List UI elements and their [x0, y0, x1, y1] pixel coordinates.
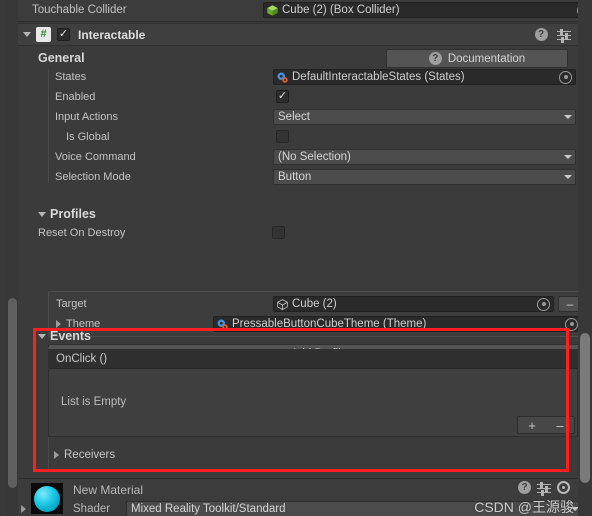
gear-icon[interactable] [557, 481, 570, 494]
selection-mode-label: Selection Mode [55, 171, 131, 183]
voice-command-value: (No Selection) [278, 151, 351, 163]
component-foldout-icon[interactable] [23, 32, 31, 37]
reset-on-destroy-checkbox[interactable] [272, 226, 285, 239]
theme-field[interactable]: PressableButtonCubeTheme (Theme) [213, 316, 582, 332]
interactable-component-header[interactable]: # ✓ Interactable ? [18, 23, 592, 46]
help-icon[interactable]: ? [534, 28, 548, 41]
scriptable-object-icon [277, 72, 288, 83]
target-value: Cube (2) [292, 298, 337, 310]
receivers-foldout-icon[interactable] [54, 451, 59, 459]
scriptable-object-icon [217, 319, 228, 330]
chevron-down-icon [564, 115, 572, 119]
material-name: New Material [73, 483, 144, 497]
states-field[interactable]: DefaultInteractableStates (States) [273, 69, 576, 85]
events-foldout-icon[interactable] [38, 333, 46, 339]
states-value: DefaultInteractableStates (States) [292, 71, 465, 83]
general-section-title: General [38, 51, 85, 65]
voice-command-label: Voice Command [55, 151, 136, 163]
is-global-checkbox[interactable] [276, 130, 289, 143]
material-sphere-preview [34, 485, 60, 512]
documentation-help-icon: ? [428, 52, 442, 65]
target-object-picker-icon[interactable] [537, 297, 550, 311]
right-scrollbar-thumb[interactable] [580, 333, 590, 483]
theme-value: PressableButtonCubeTheme (Theme) [232, 318, 427, 330]
chevron-down-icon [564, 155, 572, 159]
component-title: Interactable [78, 27, 146, 42]
target-label: Target [56, 298, 87, 310]
theme-object-picker-icon[interactable] [565, 317, 578, 331]
left-scrollbar[interactable] [7, 0, 18, 516]
list-empty-text: List is Empty [61, 396, 127, 408]
events-section-header[interactable]: Events [38, 329, 91, 343]
selection-mode-value: Button [278, 171, 312, 183]
states-object-picker-icon[interactable] [559, 70, 572, 84]
target-field[interactable]: Cube (2) [273, 296, 554, 312]
states-label: States [55, 71, 87, 83]
left-scrollbar-thumb[interactable] [8, 298, 17, 488]
events-title: Events [50, 329, 91, 343]
receivers-label: Receivers [64, 449, 116, 461]
touchable-collider-row: Touchable Collider Cube (2) (Box Collide… [18, 0, 592, 21]
reset-on-destroy-label: Reset On Destroy [38, 227, 126, 239]
csdn-watermark: CSDN @王源骏 [474, 499, 574, 515]
preset-sliders-icon[interactable] [556, 28, 571, 43]
event-list-buttons: + – [517, 416, 575, 434]
divider [18, 21, 592, 22]
input-actions-dropdown[interactable]: Select [273, 109, 576, 125]
chevron-down-icon [564, 175, 572, 179]
documentation-label: Documentation [447, 52, 526, 65]
preset-sliders-icon[interactable] [537, 481, 551, 496]
material-header-icons: ? [518, 481, 570, 496]
gameobject-cube-icon [276, 298, 289, 310]
theme-foldout-icon[interactable] [56, 320, 61, 328]
receivers-foldout[interactable]: Receivers [54, 449, 115, 461]
selection-mode-dropdown[interactable]: Button [273, 169, 576, 185]
profiles-foldout-icon[interactable] [38, 211, 46, 217]
shader-label: Shader [73, 503, 111, 515]
csharp-script-icon: # [36, 27, 51, 42]
voice-command-dropdown[interactable]: (No Selection) [273, 149, 576, 165]
profiles-section-header[interactable]: Profiles [38, 207, 96, 221]
input-actions-value: Select [278, 111, 310, 123]
touchable-collider-value: Cube (2) (Box Collider) [282, 4, 400, 16]
profiles-title: Profiles [50, 207, 96, 221]
material-foldout-icon[interactable] [21, 505, 26, 513]
help-icon[interactable]: ? [518, 481, 531, 494]
onclick-event-panel: OnClick () List is Empty + – [48, 349, 578, 437]
right-scrollbar[interactable] [578, 0, 592, 516]
material-section: New Material Shader Mixed Reality Toolki… [18, 478, 592, 516]
box-collider-cube-icon [267, 4, 278, 16]
general-group-rule [48, 69, 49, 183]
documentation-button[interactable]: ? Documentation [386, 49, 568, 68]
add-event-button[interactable]: + [518, 419, 546, 432]
component-enabled-checkbox[interactable]: ✓ [57, 28, 70, 41]
enabled-label: Enabled [55, 91, 96, 103]
touchable-collider-label: Touchable Collider [32, 4, 127, 16]
unity-inspector-panel: Touchable Collider Cube (2) (Box Collide… [0, 0, 592, 516]
input-actions-label: Input Actions [55, 111, 118, 123]
touchable-collider-field[interactable]: Cube (2) (Box Collider) [263, 2, 592, 18]
enabled-checkbox[interactable]: ✓ [276, 90, 289, 103]
is-global-label: Is Global [66, 131, 110, 143]
remove-event-button[interactable]: – [546, 419, 574, 432]
interactable-body: ? Documentation General States DefaultIn… [18, 47, 590, 477]
onclick-header: OnClick () [49, 350, 577, 369]
material-preview-thumbnail [31, 483, 63, 514]
